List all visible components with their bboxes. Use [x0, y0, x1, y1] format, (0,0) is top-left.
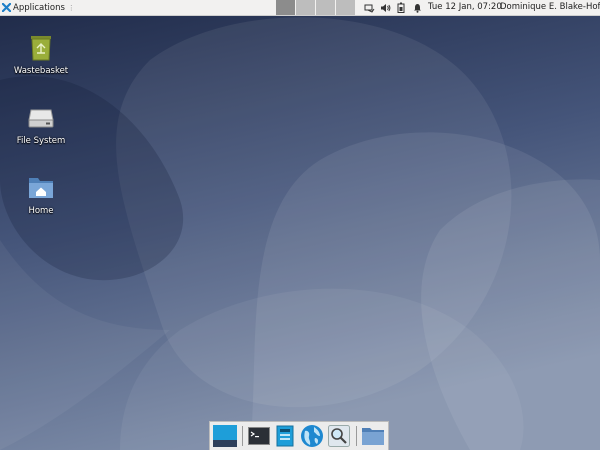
desktop-icon-label: File System — [16, 136, 66, 146]
battery-icon[interactable] — [394, 0, 408, 15]
dock-panel — [209, 421, 389, 450]
desktop-wallpaper — [0, 0, 600, 450]
trash-icon — [31, 36, 51, 61]
volume-icon[interactable] — [378, 0, 392, 15]
xfce-logo-icon — [2, 3, 11, 12]
search-icon — [328, 425, 351, 447]
drive-icon — [28, 109, 54, 128]
search-button[interactable] — [327, 424, 351, 448]
workspace-4[interactable] — [336, 0, 355, 15]
applications-menu-label: Applications — [13, 2, 65, 13]
show-desktop-icon — [213, 425, 237, 447]
web-browser-icon — [301, 425, 324, 447]
terminal-icon — [247, 427, 270, 445]
desktop-icon-home[interactable]: Home — [6, 172, 76, 216]
dock-separator — [356, 426, 357, 446]
file-manager-button[interactable] — [274, 424, 298, 448]
panel-grip-icon: ⋮ — [67, 3, 75, 12]
folder-button[interactable] — [361, 424, 385, 448]
network-icon[interactable] — [362, 0, 376, 15]
workspace-2[interactable] — [296, 0, 315, 15]
folder-icon — [361, 428, 384, 445]
desktop-icon-label: Home — [28, 206, 54, 216]
workspace-3[interactable] — [316, 0, 335, 15]
user-menu[interactable]: Dominique E. Blake-Hofer — [500, 0, 600, 15]
workspace-switcher — [276, 0, 356, 15]
clock[interactable]: Tue 12 Jan, 07:20 — [428, 0, 502, 15]
desktop-icon-label: Wastebasket — [13, 66, 69, 76]
file-manager-icon — [276, 425, 294, 447]
web-browser-button[interactable] — [300, 424, 324, 448]
desktop-icon-file-system[interactable]: File System — [6, 102, 76, 146]
applications-menu-button[interactable]: Applications ⋮ — [0, 0, 75, 15]
workspace-1[interactable] — [276, 0, 295, 15]
top-panel: Applications ⋮ Tue 12 Jan, 07:20 Dominiq… — [0, 0, 600, 16]
desktop-icon-wastebasket[interactable]: Wastebasket — [6, 32, 76, 76]
dock-separator — [242, 426, 243, 446]
terminal-button[interactable] — [247, 424, 271, 448]
notification-bell-icon[interactable] — [410, 0, 424, 15]
system-tray — [362, 0, 426, 15]
home-folder-icon — [29, 178, 53, 198]
show-desktop-button[interactable] — [213, 424, 237, 448]
